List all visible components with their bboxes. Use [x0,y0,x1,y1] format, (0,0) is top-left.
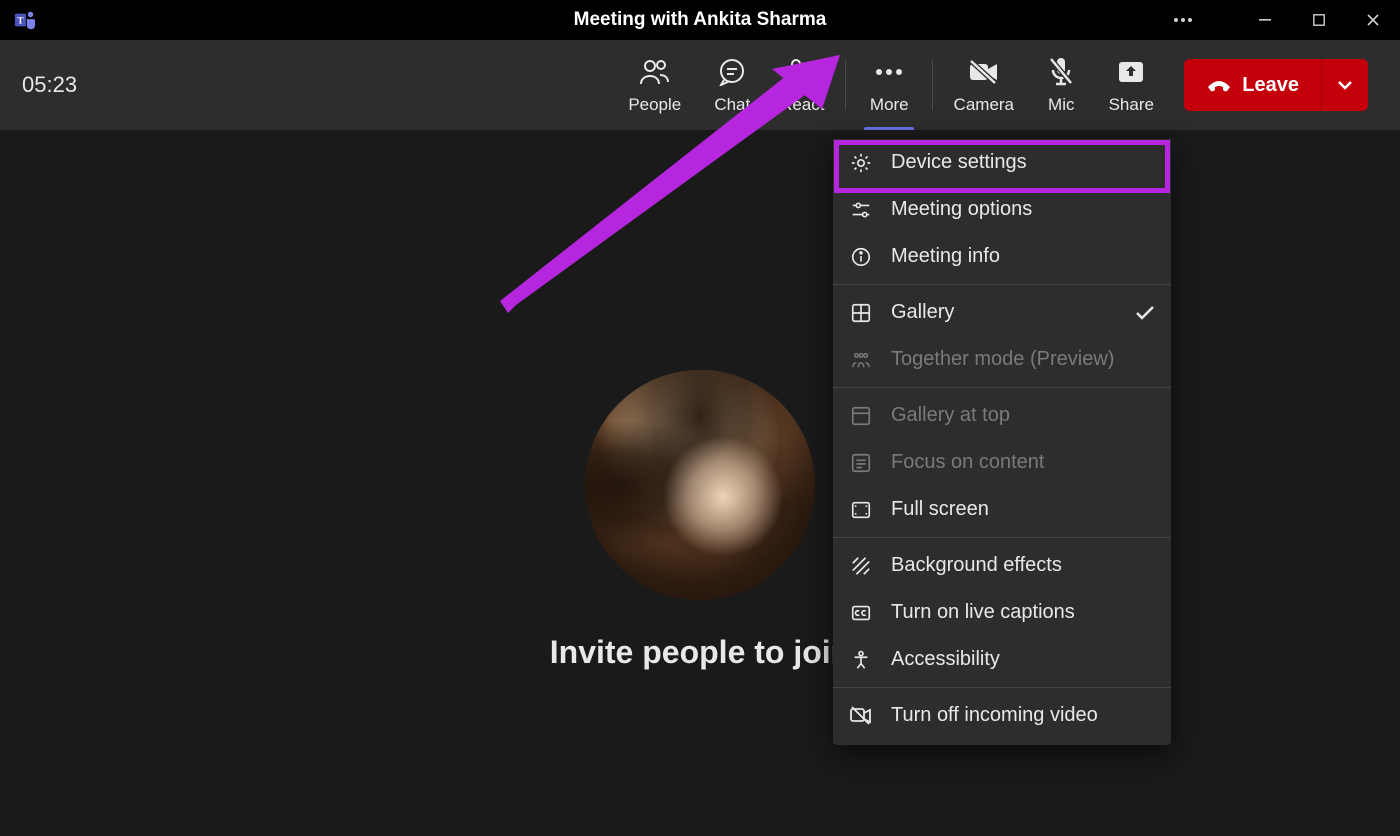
share-button[interactable]: Share [1096,40,1166,130]
meeting-stage: Invite people to join [0,130,1400,836]
menu-turn-off-incoming-video[interactable]: Turn off incoming video [833,692,1171,739]
people-icon [639,55,671,89]
react-button[interactable]: React [767,40,837,130]
leave-button[interactable]: Leave [1184,59,1321,111]
menu-together-mode: Together mode (Preview) [833,336,1171,383]
toolbar-separator [845,60,846,110]
mic-button[interactable]: Mic [1026,40,1096,130]
maximize-button[interactable] [1292,0,1346,40]
leave-dropdown-button[interactable] [1321,59,1368,111]
sliders-icon [849,198,873,222]
menu-full-screen[interactable]: Full screen [833,486,1171,533]
menu-divider [833,387,1171,388]
titlebar: T Meeting with Ankita Sharma [0,0,1400,40]
video-off-icon [849,704,873,728]
mic-off-icon [1047,55,1075,89]
gallery-top-icon [849,404,873,428]
chat-button[interactable]: Chat [697,40,767,130]
more-icon [875,55,903,89]
menu-background-effects[interactable]: Background effects [833,542,1171,589]
camera-off-icon [967,55,1001,89]
gallery-icon [849,301,873,325]
meeting-timer: 05:23 [22,72,77,98]
together-mode-icon [849,348,873,372]
menu-divider [833,284,1171,285]
menu-meeting-info[interactable]: Meeting info [833,233,1171,280]
teams-icon: T [14,9,36,31]
background-effects-icon [849,554,873,578]
menu-meeting-options[interactable]: Meeting options [833,186,1171,233]
info-icon [849,245,873,269]
menu-gallery[interactable]: Gallery [833,289,1171,336]
share-icon [1116,55,1146,89]
camera-button[interactable]: Camera [941,40,1026,130]
menu-live-captions[interactable]: Turn on live captions [833,589,1171,636]
menu-focus-content: Focus on content [833,439,1171,486]
chevron-down-icon [1337,80,1353,90]
focus-content-icon [849,451,873,475]
more-button[interactable]: More [854,40,924,130]
minimize-button[interactable] [1238,0,1292,40]
menu-divider [833,537,1171,538]
people-button[interactable]: People [612,40,697,130]
close-button[interactable] [1346,0,1400,40]
menu-device-settings[interactable]: Device settings [833,139,1171,186]
fullscreen-icon [849,498,873,522]
invite-label: Invite people to join [550,634,850,671]
participant-avatar [585,370,815,600]
window-title: Meeting with Ankita Sharma [574,9,827,31]
menu-gallery-at-top: Gallery at top [833,392,1171,439]
check-icon [1135,305,1155,321]
svg-text:T: T [17,16,23,26]
meeting-toolbar: 05:23 People Chat [0,40,1400,130]
menu-divider [833,687,1171,688]
hangup-icon [1206,77,1232,93]
gear-icon [849,151,873,175]
menu-accessibility[interactable]: Accessibility [833,636,1171,683]
captions-icon [849,601,873,625]
chat-icon [717,55,747,89]
react-icon [786,55,818,89]
more-menu: Device settings Meeting options Meeting … [833,139,1171,745]
toolbar-separator [932,60,933,110]
accessibility-icon [849,648,873,672]
titlebar-more-icon[interactable] [1158,0,1208,40]
